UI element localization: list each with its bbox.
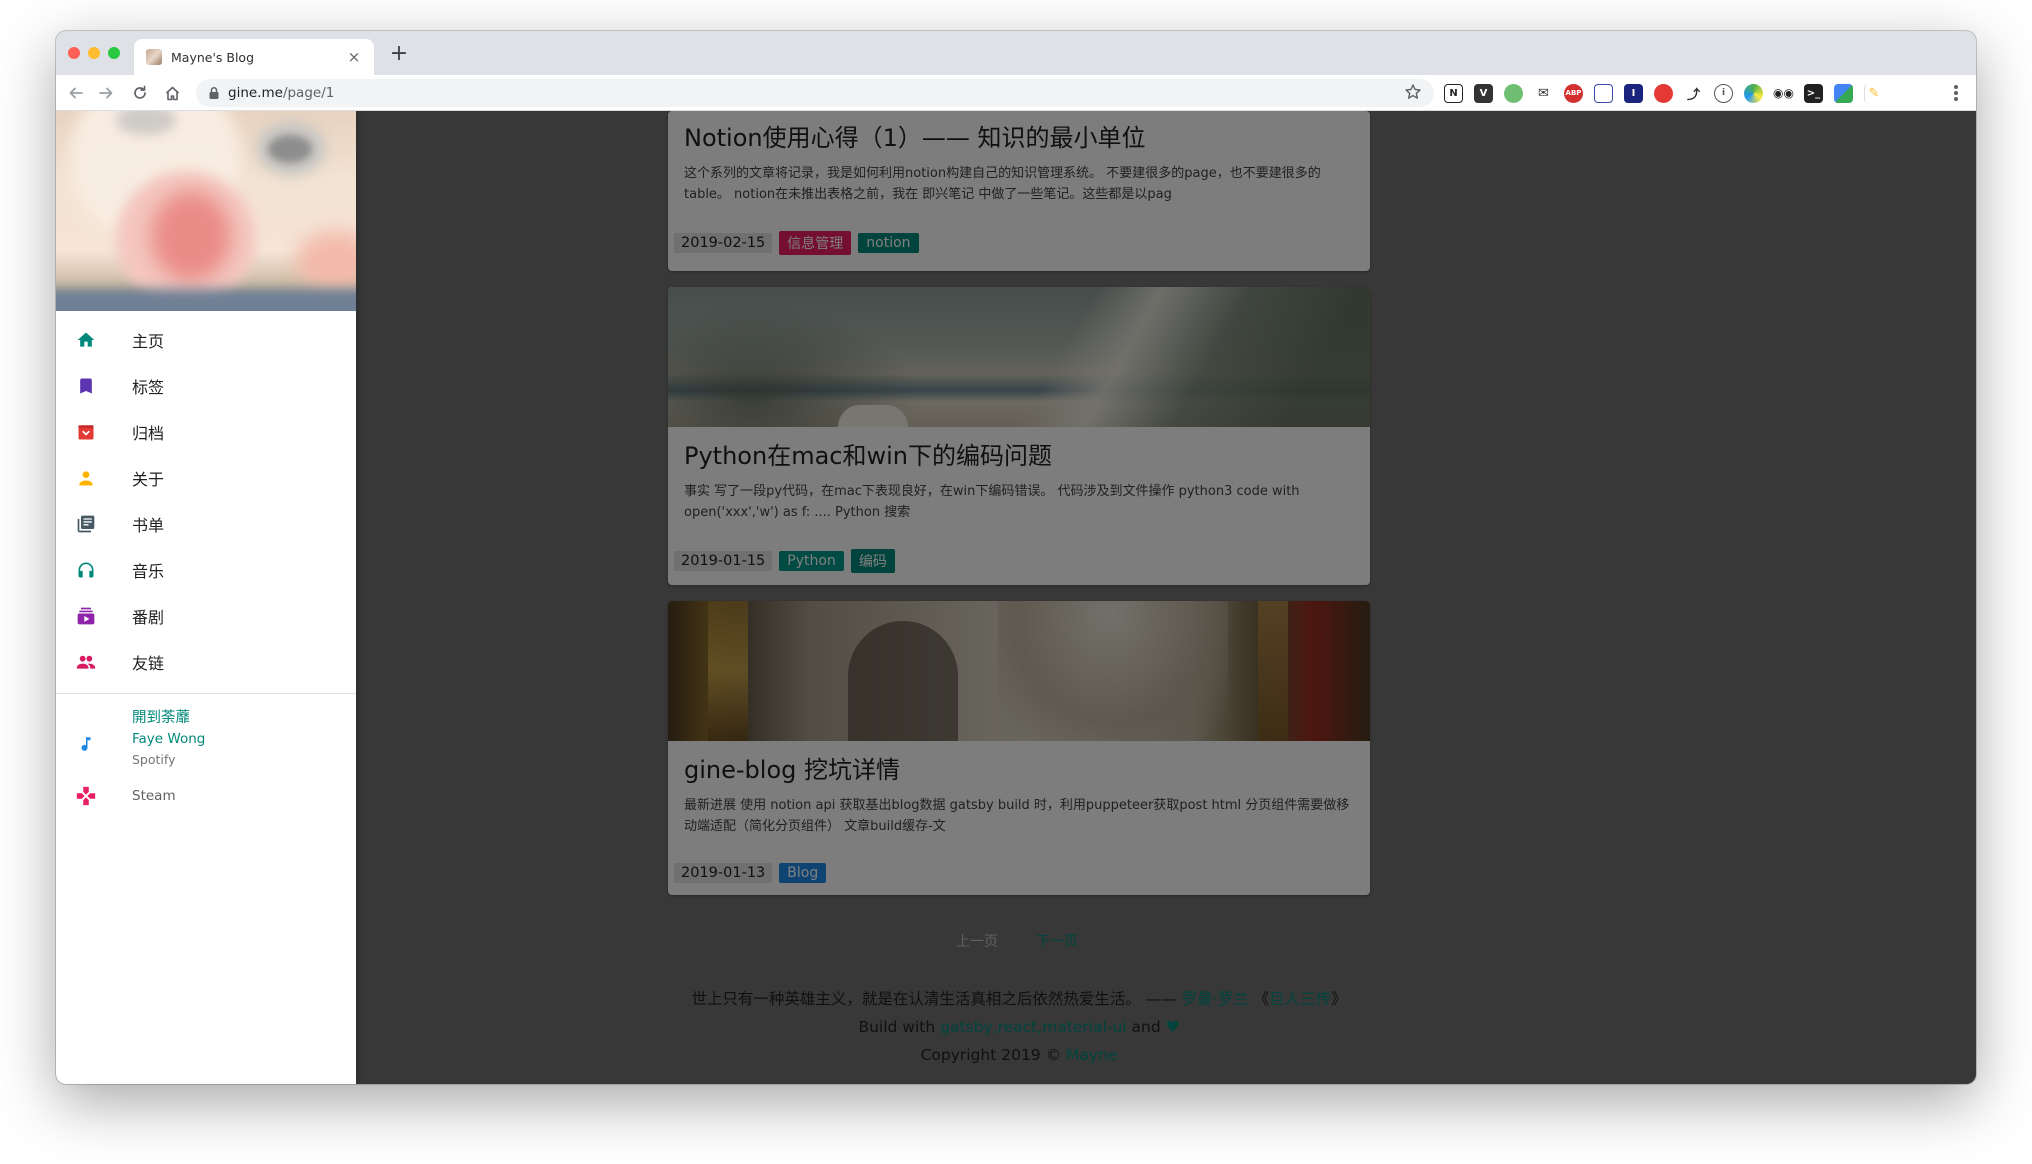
- vimium-extension-icon[interactable]: V: [1474, 83, 1493, 103]
- home-button[interactable]: [160, 81, 184, 105]
- tab-title: Mayne's Blog: [171, 49, 255, 65]
- incognito-extension-icon[interactable]: ◉◉: [1773, 83, 1794, 103]
- sidebar-item-music[interactable]: 音乐: [56, 547, 356, 593]
- sidebar-nav: 主页 标签 归档 关于 书单 音乐 番剧 友链: [56, 311, 356, 685]
- back-button[interactable]: [64, 81, 88, 105]
- steam-label: Steam: [132, 788, 176, 804]
- sidebar-item-label: 友链: [132, 654, 165, 673]
- url-path: /page/1: [282, 85, 335, 101]
- sidebar-item-tags[interactable]: 标签: [56, 363, 356, 409]
- sidebar-item-label: 标签: [132, 378, 165, 397]
- gamepad-icon: [74, 785, 98, 807]
- mail-extension-icon[interactable]: ✉: [1534, 83, 1553, 103]
- bookmark-extension-icon[interactable]: I: [1624, 83, 1643, 103]
- reload-icon: [134, 85, 146, 99]
- sidebar-item-label: 关于: [132, 470, 165, 489]
- song-title[interactable]: 開到荼蘼: [132, 707, 205, 729]
- maximize-window-button[interactable]: [108, 47, 120, 59]
- info-extension-icon[interactable]: i: [1714, 83, 1733, 103]
- headphones-icon: [74, 558, 98, 582]
- notion-extension-icon[interactable]: N: [1444, 83, 1463, 103]
- extensions-bar: N V ✉ ABP I ⤴ i ◉◉ >_ ✎: [1444, 81, 1883, 105]
- lock-icon: [209, 86, 219, 99]
- music-note-icon: [74, 707, 98, 769]
- sidebar-drawer: 主页 标签 归档 关于 书单 音乐 番剧 友链 開到荼蘼 Faye Wong S…: [56, 111, 356, 1084]
- url-host: gine.me: [228, 85, 283, 101]
- minimize-window-button[interactable]: [88, 47, 100, 59]
- window-controls: [68, 47, 120, 59]
- music-source: Spotify: [132, 752, 176, 767]
- tab-strip: Mayne's Blog × +: [56, 31, 1976, 75]
- bookmark-star-icon[interactable]: [1404, 83, 1422, 101]
- archive-icon: [74, 420, 98, 444]
- adblock-extension-icon[interactable]: ABP: [1564, 83, 1583, 103]
- terminal-extension-icon[interactable]: >_: [1804, 83, 1823, 103]
- browser-tab[interactable]: Mayne's Blog ×: [134, 39, 374, 75]
- sidebar-item-label: 书单: [132, 516, 165, 535]
- subscriptions-icon: [74, 604, 98, 628]
- library-books-icon: [74, 512, 98, 536]
- sidebar-item-label: 归档: [132, 424, 165, 443]
- home-icon: [74, 328, 98, 352]
- arrow-left-icon: [69, 87, 83, 99]
- arrow-right-icon: [99, 87, 113, 99]
- tab-close-button[interactable]: ×: [346, 48, 362, 66]
- google-extension-icon[interactable]: [1834, 83, 1853, 103]
- circle-extension-icon[interactable]: [1504, 83, 1523, 103]
- address-bar[interactable]: gine.me/page/1: [196, 79, 1434, 107]
- drawer-backdrop[interactable]: [356, 111, 1976, 1084]
- sidebar-item-archive[interactable]: 归档: [56, 409, 356, 455]
- song-artist[interactable]: Faye Wong: [132, 729, 205, 750]
- people-icon: [74, 650, 98, 674]
- sidebar-item-label: 主页: [132, 332, 165, 351]
- now-playing[interactable]: 開到荼蘼 Faye Wong Spotify: [56, 694, 356, 769]
- browser-toolbar: gine.me/page/1 N V ✉ ABP I ⤴ i ◉◉ >_ ✎: [56, 75, 1976, 111]
- new-tab-button[interactable]: +: [386, 42, 412, 66]
- person-icon: [74, 466, 98, 490]
- bookmark-icon: [74, 374, 98, 398]
- sidebar-item-links[interactable]: 友链: [56, 639, 356, 685]
- forward-button[interactable]: [94, 81, 118, 105]
- site-favicon-icon: [146, 49, 162, 65]
- calendar-extension-icon[interactable]: [1594, 83, 1613, 103]
- sidebar-item-label: 音乐: [132, 562, 165, 581]
- steam-status[interactable]: Steam: [56, 769, 356, 807]
- red-circle-extension-icon[interactable]: [1654, 83, 1673, 103]
- avatar-banner-image: [56, 111, 356, 311]
- sidebar-item-home[interactable]: 主页: [56, 317, 356, 363]
- sidebar-item-label: 番剧: [132, 608, 165, 627]
- browser-window: Mayne's Blog × + gine.me/page/1 N V ✉ AB…: [56, 31, 1976, 1084]
- page-viewport: Notion使用心得（1）—— 知识的最小单位 这个系列的文章将记录，我是如何利…: [56, 111, 1976, 1084]
- sidebar-item-books[interactable]: 书单: [56, 501, 356, 547]
- sidebar-item-anime[interactable]: 番剧: [56, 593, 356, 639]
- reload-button[interactable]: [128, 81, 152, 105]
- chart-extension-icon[interactable]: ⤴: [1684, 83, 1703, 103]
- home-outline-icon: [165, 86, 179, 100]
- sidebar-item-about[interactable]: 关于: [56, 455, 356, 501]
- close-window-button[interactable]: [68, 47, 80, 59]
- browser-menu-button[interactable]: [1946, 83, 1966, 103]
- chrome-like-extension-icon[interactable]: [1744, 83, 1763, 103]
- highlighter-extension-icon[interactable]: ✎: [1864, 83, 1883, 103]
